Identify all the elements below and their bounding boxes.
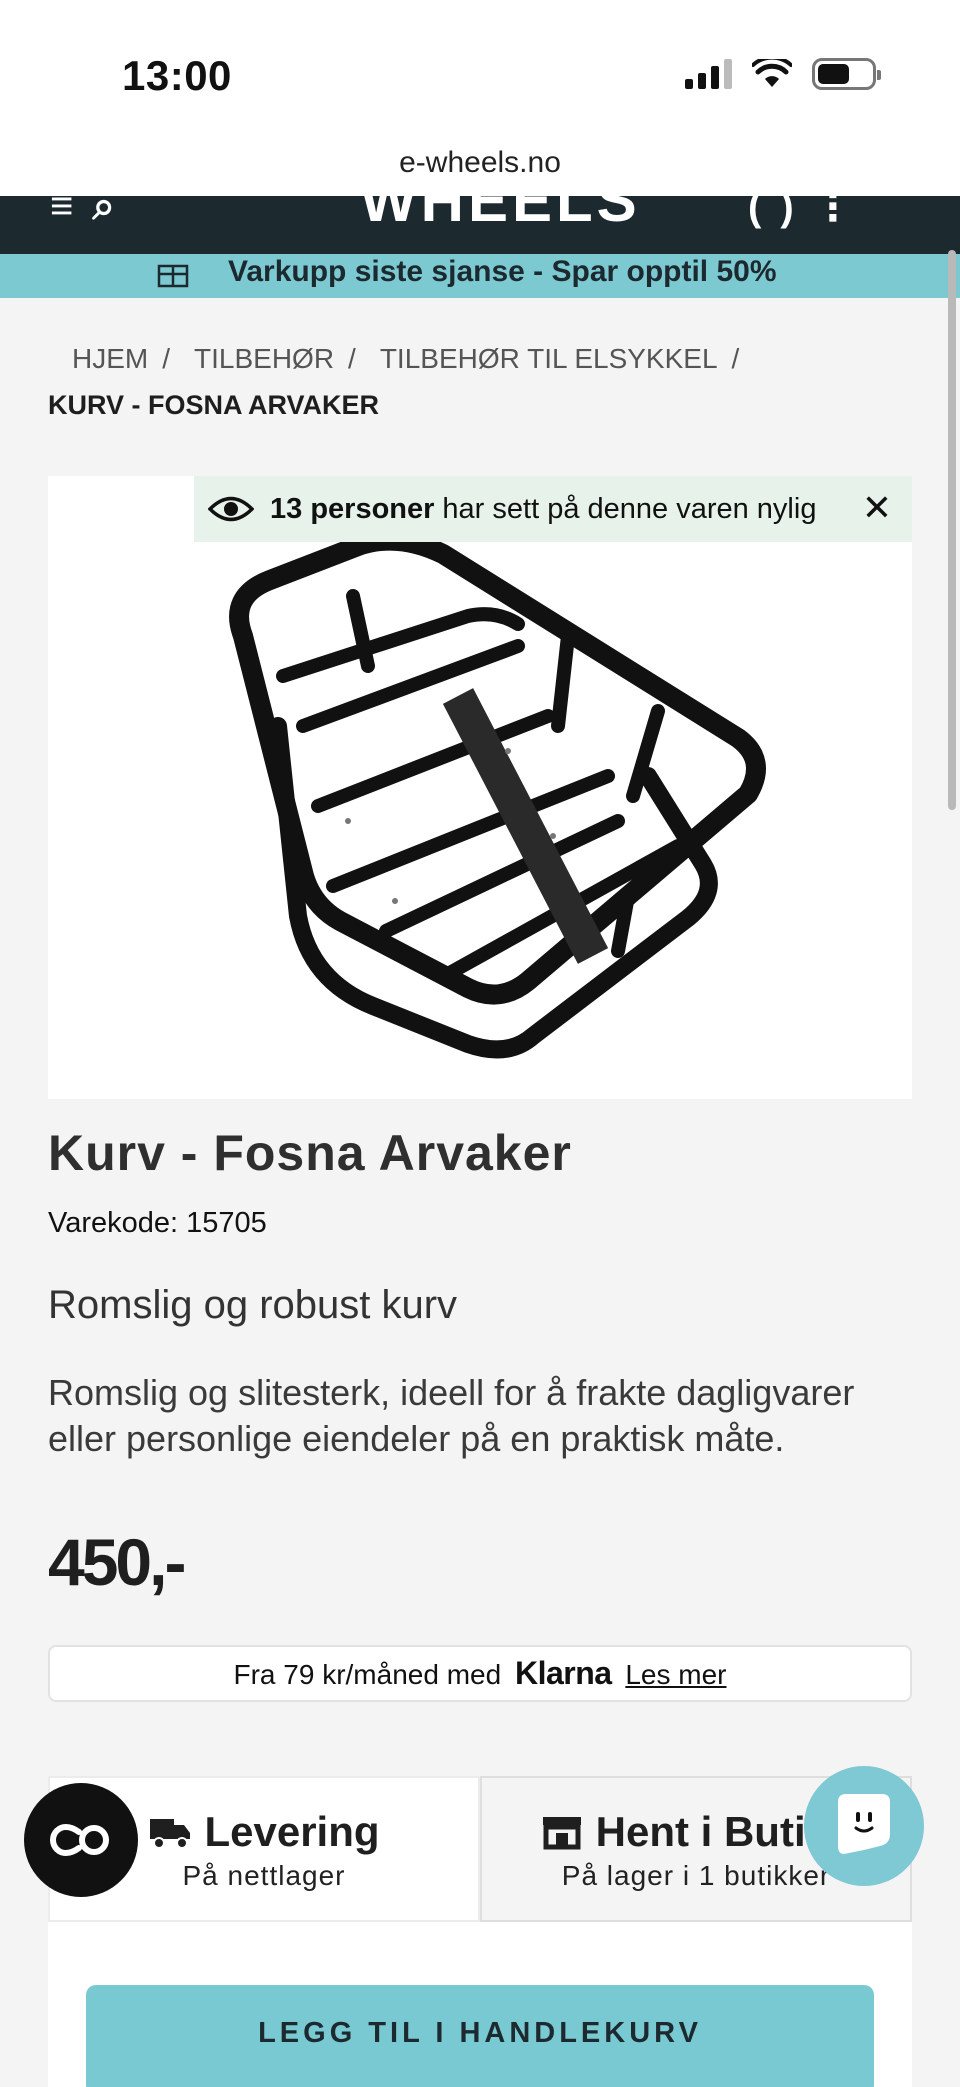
breadcrumb-separator: / xyxy=(162,343,171,374)
scrollbar[interactable] xyxy=(948,250,956,810)
status-icons xyxy=(685,58,881,90)
breadcrumb-separator: / xyxy=(731,343,740,374)
breadcrumb-ebike-accessories[interactable]: TILBEHØR TIL ELSYKKEL xyxy=(380,343,718,374)
klarna-logo: Klarna xyxy=(514,1655,612,1691)
promo-bar[interactable]: Varkupp siste sjanse - Spar opptil 50% xyxy=(0,254,960,298)
truck-icon xyxy=(150,1819,191,1849)
tab-delivery-title-row: Levering xyxy=(148,1808,380,1856)
status-bar: 13:00 xyxy=(0,0,960,140)
product-sku: Varekode: 15705 xyxy=(48,1207,267,1239)
close-icon[interactable]: ✕ xyxy=(862,490,892,526)
viewers-count: 13 personer xyxy=(270,492,435,525)
breadcrumb-accessories[interactable]: TILBEHØR xyxy=(194,343,334,374)
menu-icon[interactable]: ≡ ⌕ xyxy=(50,196,119,229)
url-bar[interactable]: e-wheels.no xyxy=(0,140,960,196)
klarna-prefix: Fra 79 kr/måned med xyxy=(233,1659,502,1690)
site-header: ≡ ⌕ WHEELS ( ) ⋮ xyxy=(0,196,960,254)
product-subtitle: Romslig og robust kurv xyxy=(48,1283,458,1327)
breadcrumb-current: KURV - FOSNA ARVAKER xyxy=(48,390,380,420)
status-time: 13:00 xyxy=(122,52,232,99)
breadcrumb-home[interactable]: HJEM xyxy=(72,343,148,374)
product-price: 450,- xyxy=(48,1525,186,1599)
site-logo[interactable]: WHEELS xyxy=(360,196,641,235)
loop-fab-button[interactable] xyxy=(24,1783,138,1897)
breadcrumb-separator: / xyxy=(348,343,356,374)
wifi-icon xyxy=(752,59,792,87)
cellular-signal-icon xyxy=(685,59,732,89)
cart-icon[interactable]: ( ) ⋮ xyxy=(748,196,857,230)
basket-image xyxy=(229,530,766,1059)
tab-delivery-title: Levering xyxy=(204,1808,380,1855)
viewers-notice: 13 personer har sett på denne varen nyli… xyxy=(194,476,912,542)
breadcrumb: HJEM / TILBEHØR / TILBEHØR TIL ELSYKKEL / KUR… xyxy=(48,336,908,428)
klarna-read-more-link[interactable]: Les mer xyxy=(625,1659,726,1690)
viewers-text: har sett på denne varen nylig xyxy=(442,492,817,525)
eye-icon xyxy=(208,496,254,522)
product-description: Romslig og slitesterk, ideell for å frak… xyxy=(48,1372,855,1459)
chat-button[interactable] xyxy=(804,1766,924,1886)
delivery-tabs: Levering På nettlager Hent i Butikk På l… xyxy=(48,1776,912,1922)
chat-icon xyxy=(838,1794,890,1854)
battery-icon xyxy=(812,58,881,90)
product-image[interactable] xyxy=(48,476,912,1099)
klarna-financing: Fra 79 kr/måned med Klarna Les mer xyxy=(48,1645,912,1702)
promo-text: Varkupp siste sjanse - Spar opptil 50% xyxy=(228,255,777,288)
store-icon xyxy=(542,1817,581,1850)
product-title: Kurv - Fosna Arvaker xyxy=(48,1125,572,1181)
add-to-cart-button[interactable]: LEGG TIL I HANDLEKURV xyxy=(86,1985,874,2087)
gift-icon xyxy=(157,264,189,288)
infinity-icon xyxy=(50,1823,109,1857)
